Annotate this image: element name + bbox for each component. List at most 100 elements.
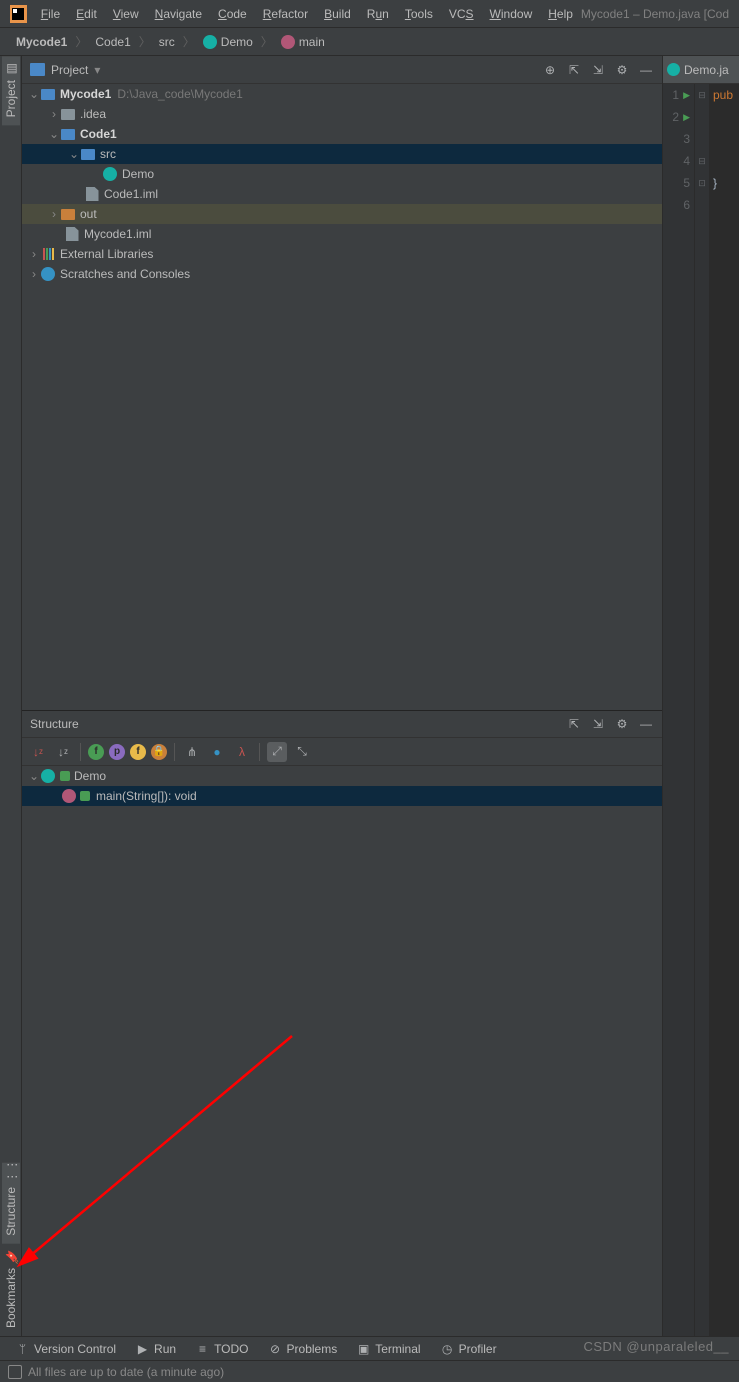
menu-navigate[interactable]: Navigate [147, 3, 210, 25]
bottom-run[interactable]: ▶Run [128, 1340, 184, 1358]
watermark: CSDN @unparaleled__ [583, 1339, 729, 1354]
chevron-down-icon[interactable]: ⌄ [48, 127, 60, 141]
bottom-vcs[interactable]: ᛘVersion Control [8, 1340, 124, 1358]
strip-bookmarks[interactable]: Bookmarks 🔖 [2, 1244, 20, 1336]
menu-file[interactable]: File [33, 3, 68, 25]
fold-icon[interactable]: ⊟ [695, 84, 709, 106]
code-area[interactable]: pub } [709, 84, 739, 1336]
bottom-todo[interactable]: ≡TODO [188, 1340, 256, 1358]
menu-help[interactable]: Help [540, 3, 581, 25]
crumb-project[interactable]: Mycode1 [10, 33, 73, 51]
show-inherited-icon[interactable]: 🔒 [151, 744, 167, 760]
crumb-class[interactable]: Demo [197, 33, 259, 51]
left-tool-strip: Project ▤ Structure ⋮⋮ Bookmarks 🔖 [0, 56, 22, 1336]
code-brace: } [713, 176, 717, 190]
collapse-icon[interactable]: ⇲ [590, 62, 606, 78]
menu-vcs[interactable]: VCS [441, 3, 482, 25]
bookmark-strip-icon: 🔖 [5, 1252, 17, 1264]
file-icon [86, 187, 99, 201]
menu-tools[interactable]: Tools [397, 3, 441, 25]
bottom-profiler[interactable]: ◷Profiler [433, 1340, 505, 1358]
collapse-icon[interactable]: ⇲ [590, 716, 606, 732]
fold-end-icon[interactable]: ⊡ [695, 172, 709, 194]
bottom-problems[interactable]: ⊘Problems [261, 1340, 346, 1358]
project-tree[interactable]: ⌄ Mycode1 D:\Java_code\Mycode1 › .idea ⌄… [22, 84, 662, 710]
chevron-down-icon[interactable]: ⌄ [28, 87, 40, 101]
crumb-module[interactable]: Code1 [89, 33, 136, 51]
source-folder-icon [81, 149, 95, 160]
strip-project[interactable]: Project ▤ [2, 56, 20, 125]
bottom-terminal[interactable]: ▣Terminal [349, 1340, 428, 1358]
menu-build[interactable]: Build [316, 3, 359, 25]
target-icon[interactable]: ⊕ [542, 62, 558, 78]
crumb-sep: 〉 [181, 33, 197, 50]
tree-mycode1-iml[interactable]: Mycode1.iml [22, 224, 662, 244]
menu-code[interactable]: Code [210, 3, 255, 25]
excluded-folder-icon [61, 209, 75, 220]
line-number: 2 [672, 110, 679, 124]
menu-view[interactable]: View [105, 3, 147, 25]
method-icon [281, 35, 295, 49]
toolbar-icon-2[interactable]: ● [207, 742, 227, 762]
structure-tree[interactable]: ⌄ Demo main(String[]): void [22, 766, 662, 1336]
chevron-right-icon[interactable]: › [28, 247, 40, 261]
chevron-right-icon[interactable]: › [28, 267, 40, 281]
code-keyword: pub [713, 88, 733, 102]
menu-edit[interactable]: Edit [68, 3, 105, 25]
chevron-down-icon[interactable]: ⌄ [28, 769, 40, 783]
autoscroll-from-icon[interactable]: ⤡ [292, 742, 312, 762]
tree-out[interactable]: › out [22, 204, 662, 224]
status-icon[interactable] [8, 1365, 22, 1379]
editor-tab[interactable]: Demo.ja [663, 56, 739, 84]
gear-icon[interactable]: ⚙ [614, 62, 630, 78]
tree-root[interactable]: ⌄ Mycode1 D:\Java_code\Mycode1 [22, 84, 662, 104]
strip-structure[interactable]: Structure ⋮⋮ [2, 1163, 20, 1244]
toolbar-icon-1[interactable]: ⋔ [182, 742, 202, 762]
dropdown-icon[interactable]: ▾ [94, 63, 100, 77]
tree-scratches[interactable]: › Scratches and Consoles [22, 264, 662, 284]
show-properties-icon[interactable]: p [109, 744, 125, 760]
menu-refactor[interactable]: Refactor [255, 3, 316, 25]
expand-icon[interactable]: ⇱ [566, 716, 582, 732]
structure-class[interactable]: ⌄ Demo [22, 766, 662, 786]
chevron-right-icon[interactable]: › [48, 107, 60, 121]
run-gutter-icon[interactable]: ▶ [683, 112, 690, 123]
runnable-icon [80, 791, 90, 801]
crumb-method[interactable]: main [275, 33, 331, 51]
status-bar: All files are up to date (a minute ago) [0, 1360, 739, 1382]
crumb-src[interactable]: src [153, 33, 181, 51]
gear-icon[interactable]: ⚙ [614, 716, 630, 732]
menu-window[interactable]: Window [482, 3, 541, 25]
module-icon [61, 129, 75, 140]
sort-alpha-icon[interactable]: ↓z [28, 742, 48, 762]
tree-src[interactable]: ⌄ src [22, 144, 662, 164]
project-panel-title[interactable]: Project [51, 63, 88, 77]
menu-run[interactable]: Run [359, 3, 397, 25]
autoscroll-icon[interactable]: ⤢ [267, 742, 287, 762]
tree-code1[interactable]: ⌄ Code1 [22, 124, 662, 144]
tree-ext-libs[interactable]: › External Libraries [22, 244, 662, 264]
sort-visibility-icon[interactable]: ↓z [53, 742, 73, 762]
tree-idea[interactable]: › .idea [22, 104, 662, 124]
editor-body[interactable]: 1▶ 2▶ 3 4 5 6 ⊟ ⊟ ⊡ pub } [663, 84, 739, 1336]
breadcrumb: Mycode1 〉 Code1 〉 src 〉 Demo 〉 main [0, 28, 739, 56]
hide-icon[interactable]: — [638, 716, 654, 732]
show-methods-icon[interactable]: f [130, 744, 146, 760]
line-number: 3 [683, 132, 690, 146]
toolbar-icon-3[interactable]: λ [232, 742, 252, 762]
chevron-down-icon[interactable]: ⌄ [68, 147, 80, 161]
fold-gutter: ⊟ ⊟ ⊡ [695, 84, 709, 1336]
hide-icon[interactable]: — [638, 62, 654, 78]
expand-icon[interactable]: ⇱ [566, 62, 582, 78]
structure-method[interactable]: main(String[]): void [22, 786, 662, 806]
chevron-right-icon[interactable]: › [48, 207, 60, 221]
crumb-sep: 〉 [137, 33, 153, 50]
file-icon [66, 227, 79, 241]
scratch-icon [41, 267, 55, 281]
annotation-arrow [12, 1026, 312, 1276]
fold-icon[interactable]: ⊟ [695, 150, 709, 172]
tree-code1-iml[interactable]: Code1.iml [22, 184, 662, 204]
show-fields-icon[interactable]: f [88, 744, 104, 760]
tree-demo[interactable]: Demo [22, 164, 662, 184]
run-gutter-icon[interactable]: ▶ [683, 90, 690, 101]
